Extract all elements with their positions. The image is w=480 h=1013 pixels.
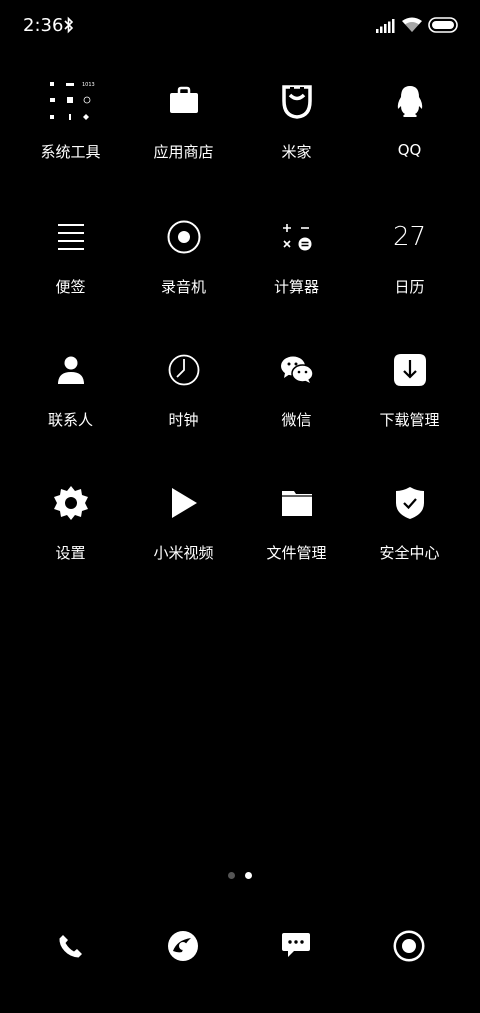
app-contacts[interactable]: 联系人 [14,345,127,455]
app-system-tools[interactable]: 1013 系统工具 [14,77,127,187]
app-notes[interactable]: 便签 [14,212,127,322]
browser-icon [167,930,199,966]
app-calculator[interactable]: 计算器 [240,212,353,322]
app-mijia[interactable]: 米家 [240,77,353,187]
app-recorder[interactable]: 录音机 [127,212,240,322]
app-label: 计算器 [273,278,319,296]
app-label: 文件管理 [266,544,327,562]
app-wechat[interactable]: 微信 [240,345,353,455]
app-security-center[interactable]: 安全中心 [353,478,466,588]
wifi-icon [402,17,422,37]
status-time: 2:36 [23,15,64,36]
page-dot-active[interactable] [245,872,252,879]
app-mi-video[interactable]: 小米视频 [127,478,240,588]
folder-system-tools-icon: 1013 [46,77,96,127]
qq-penguin-icon [385,77,435,127]
app-label: 米家 [281,143,312,161]
folder-badge: 1013 [82,82,95,88]
app-store-icon [159,77,209,127]
app-label: 下载管理 [379,411,440,429]
messages-icon [280,932,312,964]
mijia-icon [272,77,322,127]
page-indicator [0,870,480,882]
contacts-icon [46,345,96,395]
dock-phone[interactable] [43,920,99,976]
calendar-icon: 27 [385,212,435,262]
app-label: 微信 [281,411,312,429]
app-calendar[interactable]: 27 日历 [353,212,466,322]
status-bar: 2:36 [0,0,480,52]
notes-icon [46,212,96,262]
settings-gear-icon [46,478,96,528]
app-label: 时钟 [168,411,199,429]
app-label: 联系人 [47,411,93,429]
dock [0,920,480,980]
app-download-manager[interactable]: 下载管理 [353,345,466,455]
wechat-icon [272,345,322,395]
video-play-icon [159,478,209,528]
dock-camera[interactable] [381,920,437,976]
app-label: 设置 [55,544,86,562]
app-label: 小米视频 [153,544,214,562]
calendar-date: 27 [392,222,427,252]
calculator-icon [272,212,322,262]
security-shield-icon [385,478,435,528]
battery-icon [428,17,458,37]
file-manager-icon [272,478,322,528]
page-dot[interactable] [228,872,235,879]
app-store[interactable]: 应用商店 [127,77,240,187]
phone-icon [58,933,84,963]
dock-browser[interactable] [155,920,211,976]
download-icon [385,345,435,395]
app-settings[interactable]: 设置 [14,478,127,588]
clock-icon [159,345,209,395]
app-label: 便签 [55,278,86,296]
recorder-icon [159,212,209,262]
app-label: 安全中心 [379,544,440,562]
signal-icon [376,18,396,37]
app-file-manager[interactable]: 文件管理 [240,478,353,588]
app-label: 应用商店 [153,143,214,161]
app-label: 系统工具 [40,143,101,161]
bluetooth-icon [64,16,74,38]
dock-messages[interactable] [268,920,324,976]
app-qq[interactable]: QQ [353,77,466,187]
camera-icon [392,929,426,967]
app-clock[interactable]: 时钟 [127,345,240,455]
app-label: 日历 [394,278,425,296]
app-label: QQ [397,141,422,159]
app-label: 录音机 [160,278,206,296]
